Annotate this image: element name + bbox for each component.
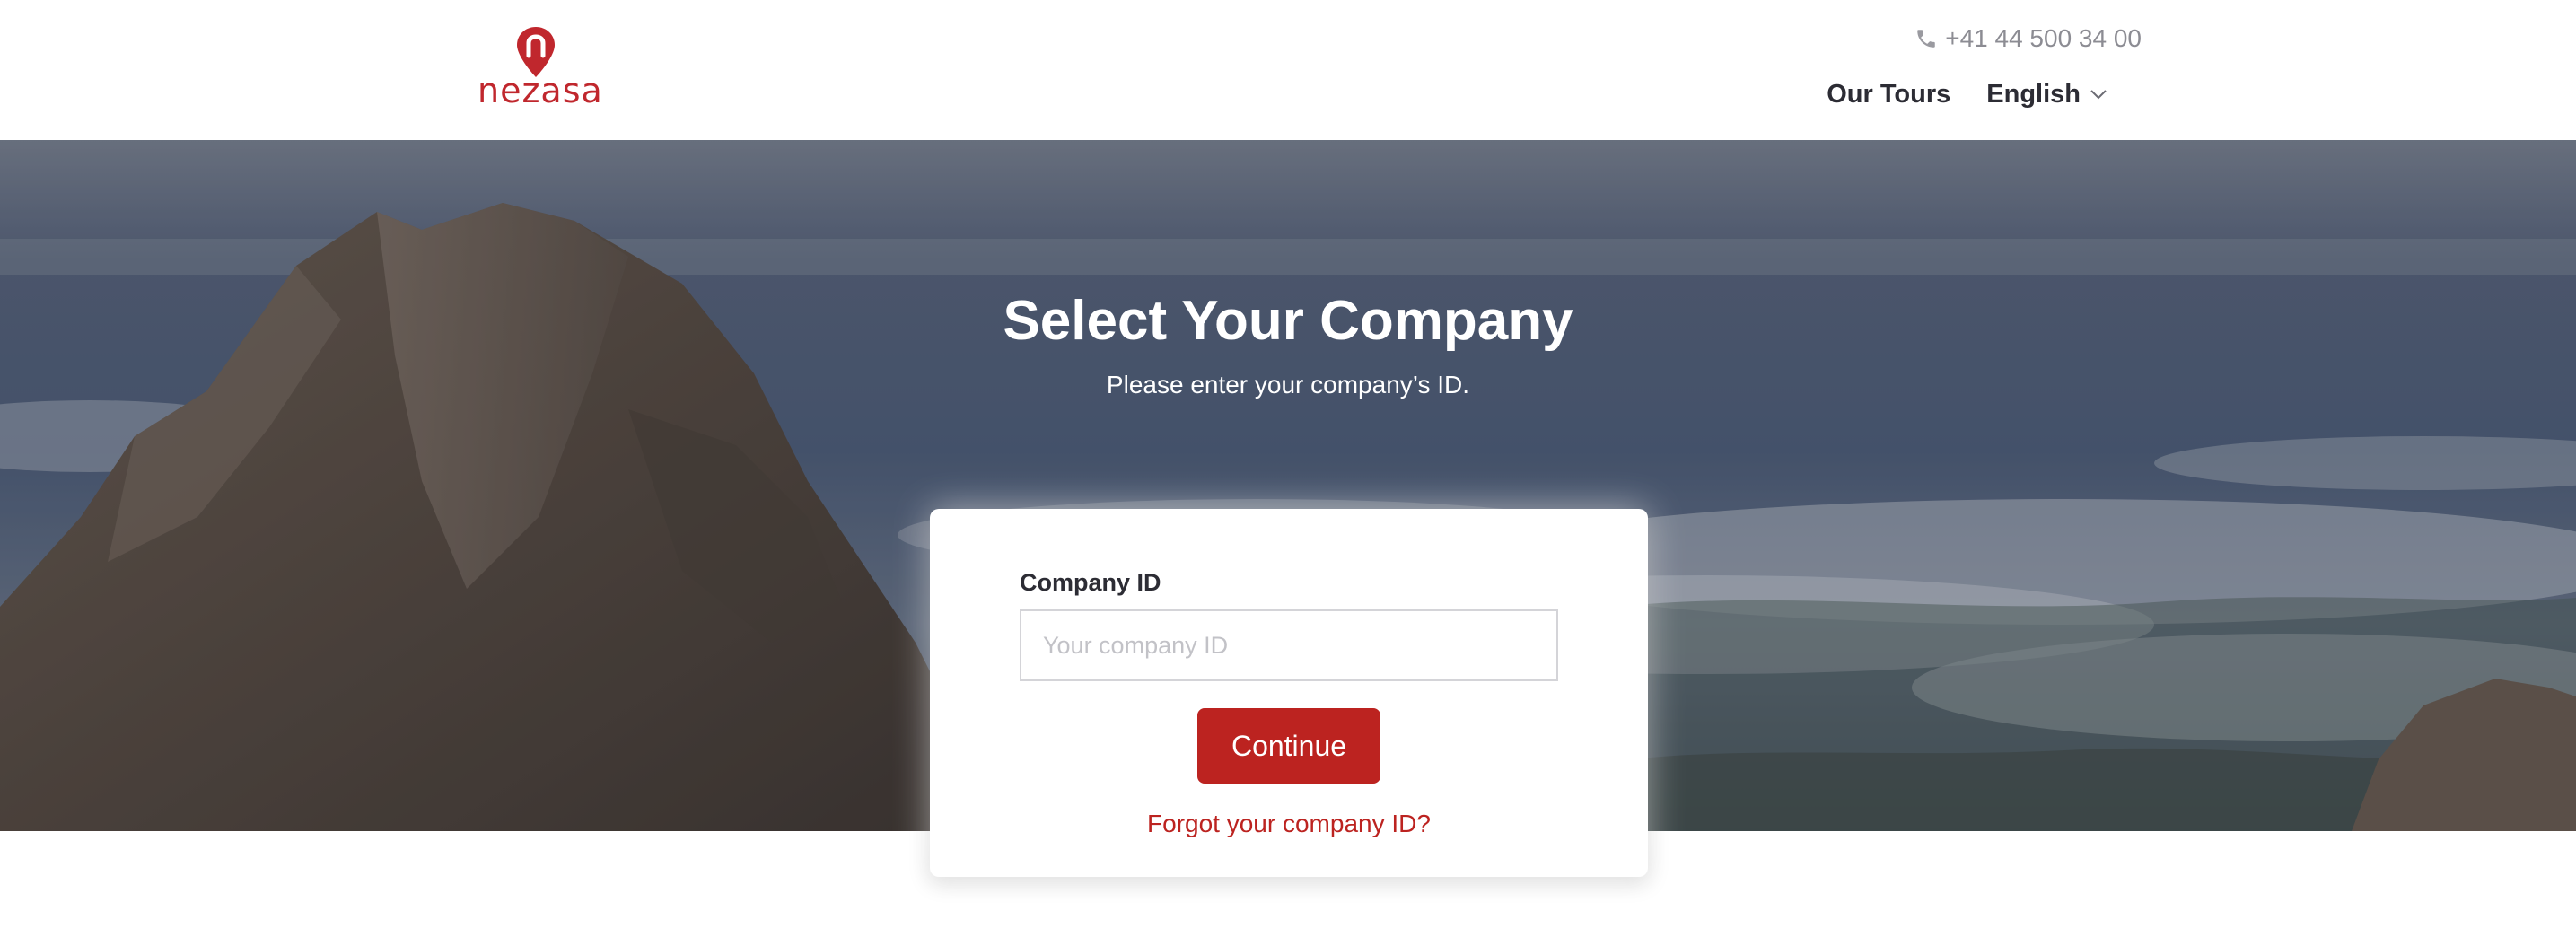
nezasa-logo[interactable]: nezasa	[478, 25, 603, 111]
page-subtitle: Please enter your company’s ID.	[1106, 371, 1470, 399]
company-id-label: Company ID	[1020, 569, 1161, 596]
logo-wordmark: nezasa	[478, 71, 603, 110]
language-selector[interactable]: English	[1986, 79, 2107, 109]
main-nav: Our Tours English	[1827, 79, 2107, 109]
company-id-card: Company ID Continue Forgot your company …	[930, 509, 1648, 877]
chevron-down-icon	[2090, 90, 2107, 100]
nav-our-tours-link[interactable]: Our Tours	[1827, 79, 1950, 109]
forgot-company-id-link[interactable]: Forgot your company ID?	[930, 809, 1648, 839]
company-id-input[interactable]	[1020, 609, 1558, 681]
page-title: Select Your Company	[1003, 290, 1573, 352]
phone-number: +41 44 500 34 00	[1945, 24, 2142, 52]
phone-contact[interactable]: +41 44 500 34 00	[1914, 23, 2142, 54]
phone-icon	[1917, 30, 1935, 48]
continue-button[interactable]: Continue	[1197, 708, 1380, 784]
site-header: nezasa +41 44 500 34 00 Our Tours Englis…	[0, 0, 2576, 140]
language-label: English	[1986, 80, 2081, 109]
